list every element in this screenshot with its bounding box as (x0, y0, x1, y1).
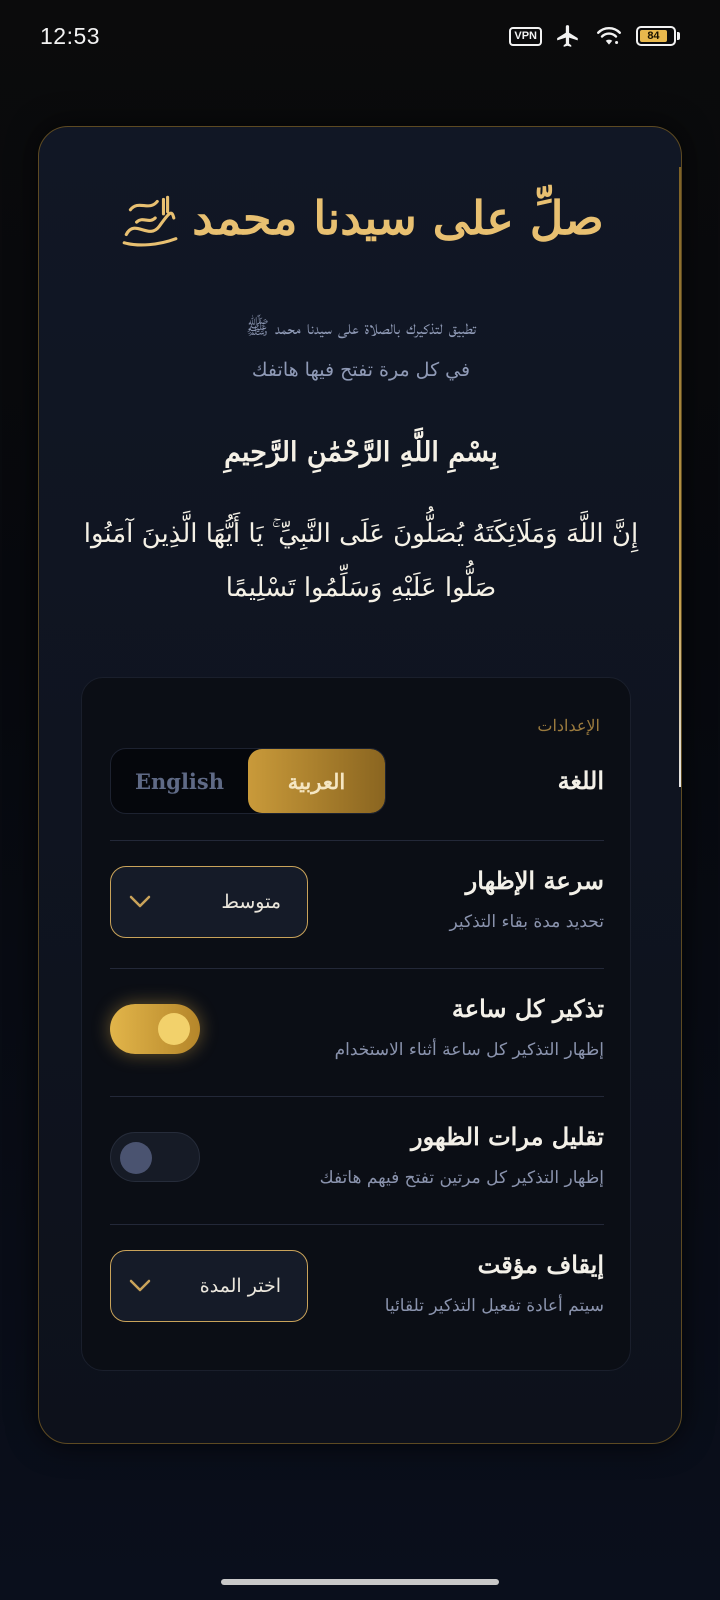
toggle-knob (158, 1013, 190, 1045)
language-toggle[interactable]: English العربية (110, 748, 386, 814)
hourly-reminder-toggle[interactable] (110, 1004, 200, 1054)
display-speed-title: سرعة الإظهار (465, 866, 604, 895)
reduce-frequency-description: إظهار التذكير كل مرتين تفتح فيهم هاتفك (319, 1168, 604, 1188)
divider (110, 968, 604, 969)
language-row: اللغة English العربية (110, 748, 604, 814)
status-time: 12:53 (40, 22, 101, 49)
reduce-frequency-toggle[interactable] (110, 1132, 200, 1182)
hourly-reminder-description: إظهار التذكير كل ساعة أثناء الاستخدام (334, 1040, 604, 1060)
pause-duration-value: اختر المدة (199, 1275, 281, 1297)
divider (110, 1224, 604, 1225)
display-speed-value: متوسط (221, 891, 281, 913)
pause-row: إيقاف مؤقت سيتم أعادة تفعيل التذكير تلقا… (110, 1250, 604, 1324)
language-option-english[interactable]: English (111, 749, 248, 813)
airplane-icon (557, 25, 578, 47)
toggle-knob (120, 1142, 152, 1174)
battery-icon: 84 (636, 26, 680, 46)
pause-title: إيقاف مؤقت (477, 1250, 604, 1279)
app-subtitle-line1: تطبيق لتذكيرك بالصلاة على سيدنا محمد ﷺ (246, 317, 476, 339)
chevron-down-icon (129, 895, 151, 908)
pause-duration-select[interactable]: اختر المدة (110, 1250, 308, 1322)
divider (110, 840, 604, 841)
display-speed-description: تحديد مدة بقاء التذكير (449, 912, 605, 932)
chevron-down-icon (129, 1279, 151, 1292)
settings-panel: الإعدادات اللغة English العربية سرعة الإ… (81, 677, 631, 1371)
gesture-nav-handle[interactable] (221, 1579, 499, 1585)
status-icons: VPN 84 (509, 23, 680, 49)
reduce-frequency-row: تقليل مرات الظهور إظهار التذكير كل مرتين… (110, 1122, 604, 1196)
language-option-arabic[interactable]: العربية (248, 749, 385, 813)
salawat-icon (122, 195, 178, 247)
app-subtitle: تطبيق لتذكيرك بالصلاة على سيدنا محمد ﷺ ف… (99, 307, 623, 391)
app-title-text: صلِّ على سيدنا محمد (192, 191, 604, 245)
battery-level: 84 (647, 30, 660, 42)
divider (110, 1096, 604, 1097)
app-title: صلِّ على سيدنا محمد (39, 187, 681, 249)
pause-description: سيتم أعادة تفعيل التذكير تلقائيا (384, 1296, 604, 1316)
settings-heading: الإعدادات (537, 716, 600, 735)
display-speed-select[interactable]: متوسط (110, 866, 308, 938)
bismillah-text: بِسْمِ اللَّهِ الرَّحْمَٰنِ الرَّحِيمِ (224, 437, 498, 468)
main-card: صلِّ على سيدنا محمد تطبيق لتذكيرك بالصلا… (38, 126, 682, 1444)
scroll-indicator (679, 167, 681, 787)
hourly-reminder-title: تذكير كل ساعة (451, 994, 604, 1023)
app-subtitle-line2: في كل مرة تفتح فيها هاتفك (251, 359, 471, 381)
ayah-text: إِنَّ اللَّهَ وَمَلَائِكَتَهُ يُصَلُّونَ… (83, 519, 639, 603)
language-title: اللغة (557, 766, 604, 795)
vpn-icon: VPN (509, 26, 542, 46)
wifi-icon (596, 27, 622, 45)
display-speed-row: سرعة الإظهار تحديد مدة بقاء التذكير متوس… (110, 866, 604, 940)
reduce-frequency-title: تقليل مرات الظهور (411, 1122, 604, 1151)
status-bar: 12:53 VPN 84 (0, 0, 720, 72)
hourly-reminder-row: تذكير كل ساعة إظهار التذكير كل ساعة أثنا… (110, 994, 604, 1068)
